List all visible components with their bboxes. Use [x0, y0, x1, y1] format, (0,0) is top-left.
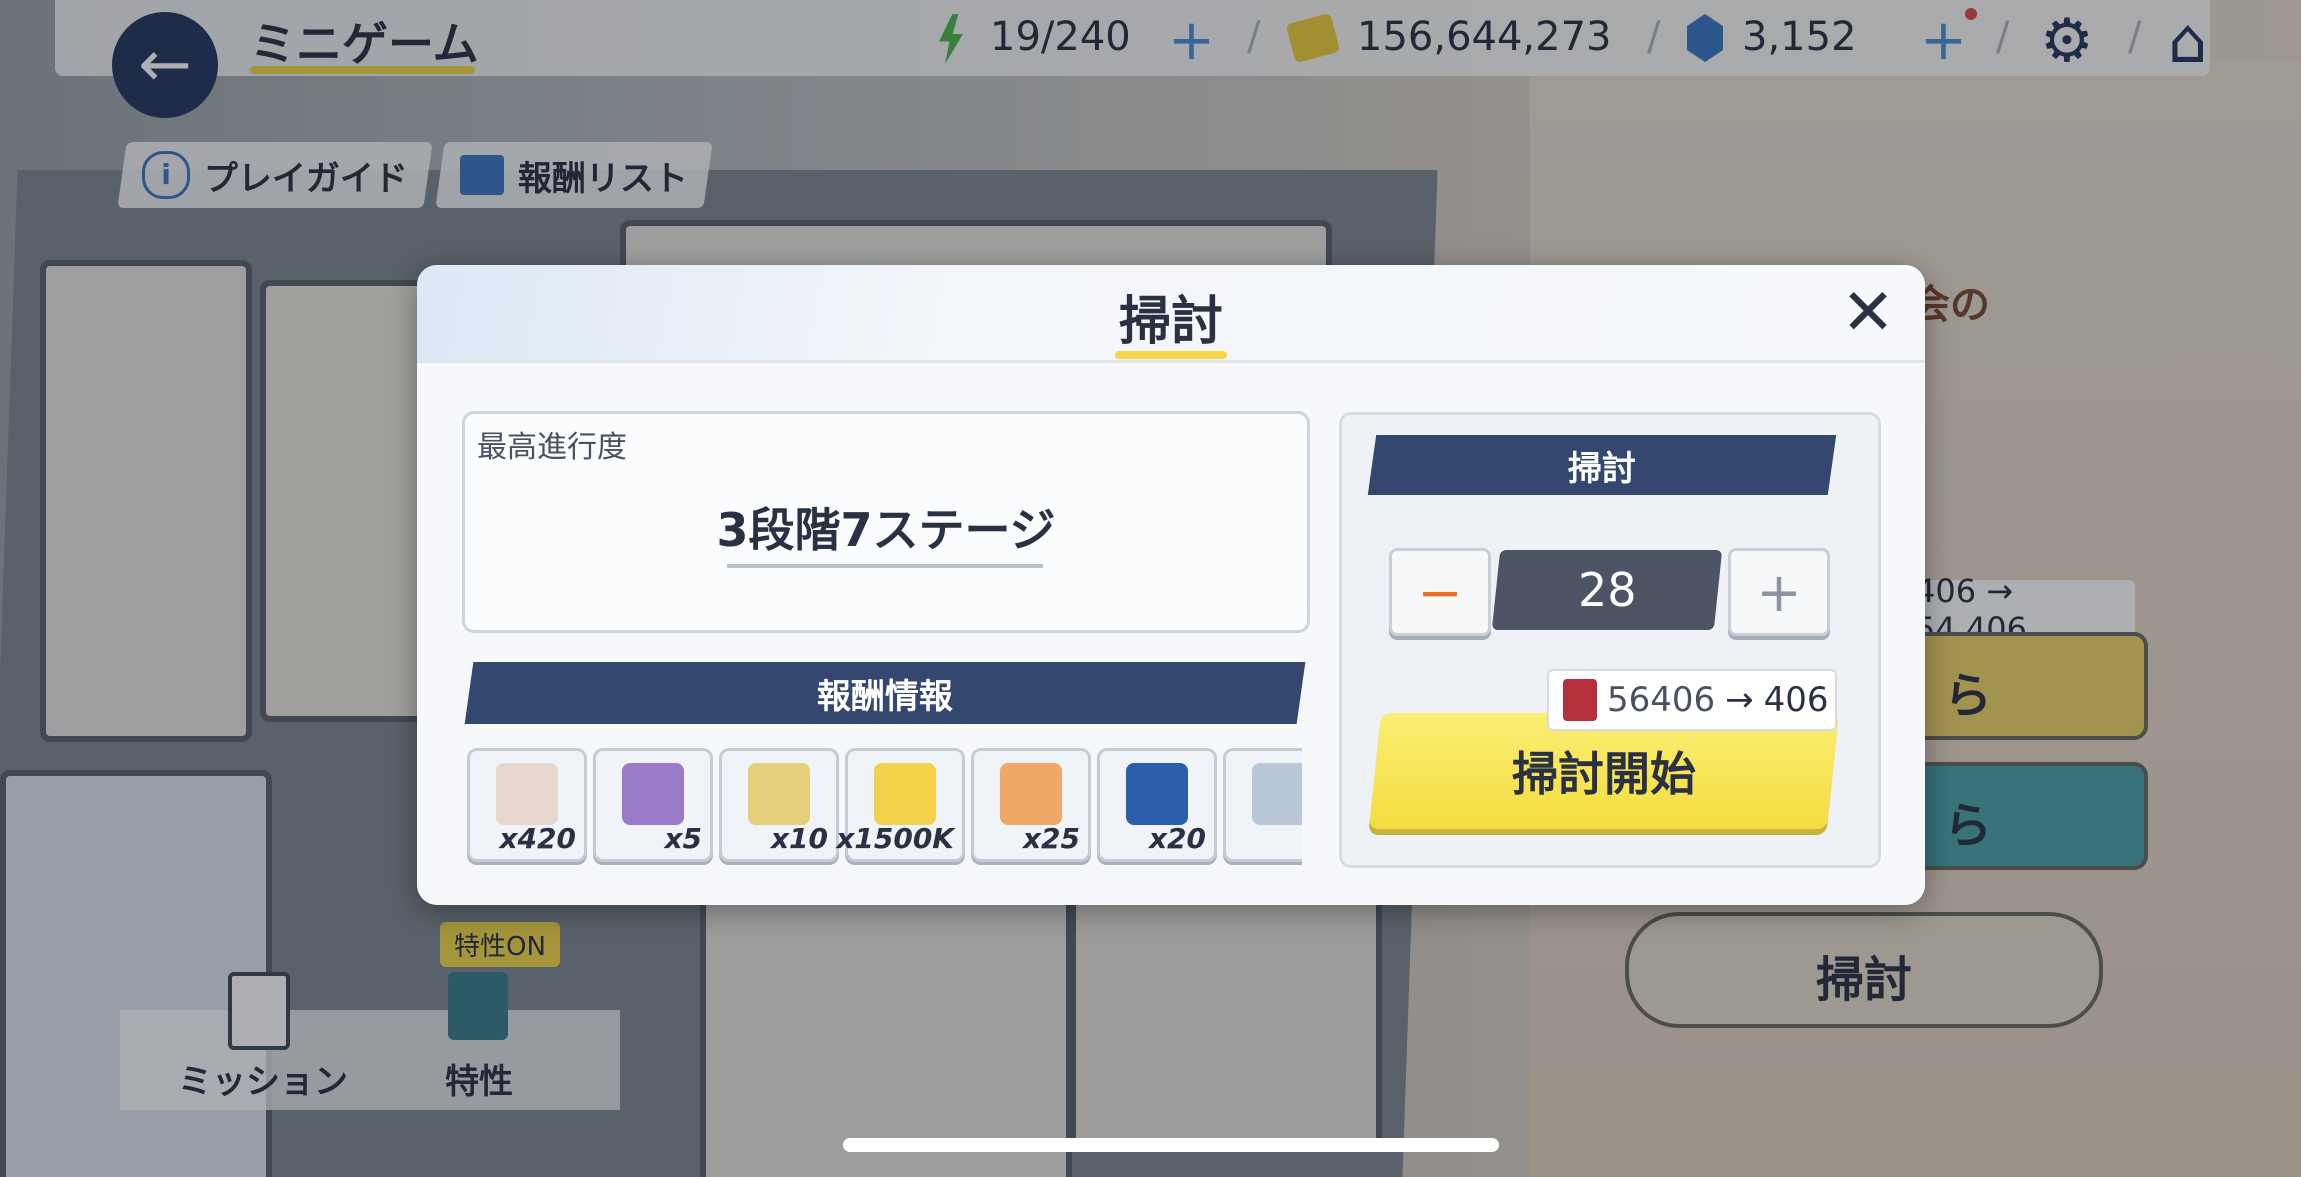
crystal-portrait-icon [622, 763, 684, 825]
home-indicator [843, 1138, 1499, 1152]
close-button[interactable]: ✕ [1835, 281, 1901, 349]
map-icon [496, 763, 558, 825]
report-clipboard-icon [1000, 763, 1062, 825]
sweep-dialog: 掃討 ✕ 最高進行度 3段階7ステージ 報酬情報 x420 x5 x10 x1500K… [417, 265, 1925, 905]
reward-quantity: x1500K [836, 822, 954, 855]
reward-item[interactable]: x1500K [836, 748, 965, 862]
reward-item[interactable]: x420 [467, 748, 587, 862]
mystery-box-icon [1126, 763, 1188, 825]
best-progress-box: 最高進行度 3段階7ステージ [462, 411, 1310, 633]
decrease-count-button[interactable]: − [1389, 548, 1491, 636]
reward-item[interactable]: x10 [719, 748, 839, 862]
best-progress-value: 3段階7ステージ [716, 503, 1056, 557]
reward-item[interactable]: x25 [971, 748, 1091, 862]
reward-list: x420 x5 x10 x1500K x25 x20 [467, 748, 1302, 868]
dialog-title-underline [1115, 351, 1227, 359]
close-icon: ✕ [1841, 276, 1895, 350]
best-progress-label: 最高進行度 [477, 430, 627, 465]
reward-item[interactable]: x20 [1097, 748, 1217, 862]
sweep-count-header: 掃討 [1367, 435, 1837, 495]
cost-from: 56406 [1607, 680, 1716, 720]
dialog-title: 掃討 [1118, 292, 1223, 352]
best-progress-underline [727, 564, 1043, 568]
reward-quantity: x25 [1022, 822, 1080, 855]
cost-to: 406 [1763, 680, 1829, 720]
reward-item[interactable] [1223, 748, 1302, 862]
reward-info-header: 報酬情報 [464, 662, 1306, 724]
reward-quantity: x420 [499, 822, 576, 855]
arrow-right-icon: → [1725, 680, 1754, 720]
plus-icon: + [1756, 560, 1802, 624]
reward-quantity: x5 [664, 822, 702, 855]
sweep-count-value: 28 [1491, 550, 1723, 630]
ticket-cost-bubble: 56406 → 406 [1547, 669, 1837, 731]
reward-item[interactable]: x5 [593, 748, 713, 862]
increase-count-button[interactable]: + [1728, 548, 1830, 636]
reward-quantity: x20 [1148, 822, 1206, 855]
credit-card-icon [874, 763, 936, 825]
ticket-icon [1563, 679, 1597, 721]
reward-quantity: x10 [770, 822, 828, 855]
figure-icon [1252, 763, 1302, 825]
gold-key-icon [748, 763, 810, 825]
minus-icon: − [1417, 560, 1463, 624]
